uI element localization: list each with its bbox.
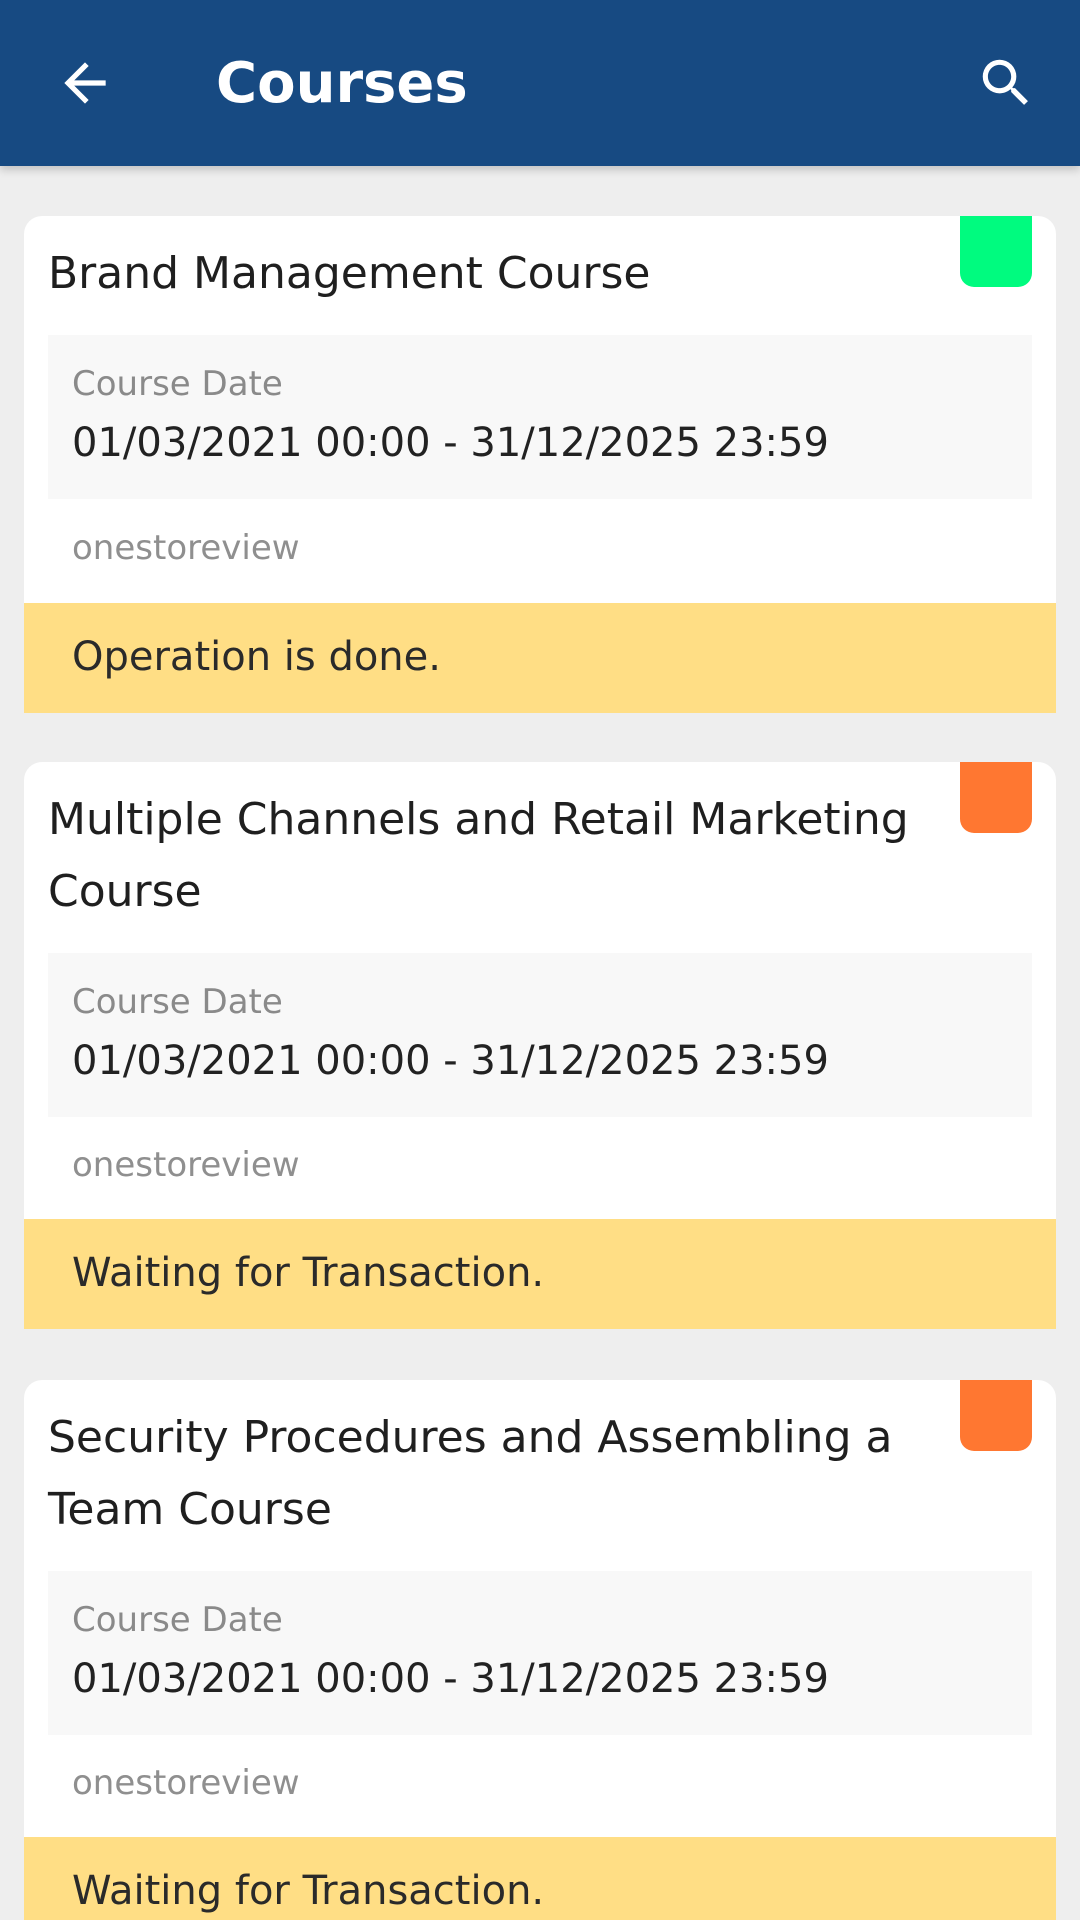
status-color-tag <box>960 762 1032 833</box>
status-text: Waiting for Transaction. <box>72 1250 545 1296</box>
course-card[interactable]: Multiple Channels and Retail Marketing C… <box>24 762 1056 1329</box>
course-date-value: 01/03/2021 00:00 - 31/12/2025 23:59 <box>72 1038 829 1084</box>
course-date-value: 01/03/2021 00:00 - 31/12/2025 23:59 <box>72 1656 829 1702</box>
status-text: Waiting for Transaction. <box>72 1868 545 1914</box>
course-date-box: Course Date 01/03/2021 00:00 - 31/12/202… <box>48 335 1032 499</box>
status-color-tag <box>960 1380 1032 1451</box>
course-title: Security Procedures and Assembling a Tea… <box>48 1412 893 1535</box>
status-bar: Waiting for Transaction. <box>24 1837 1056 1920</box>
course-title: Brand Management Course <box>48 248 651 299</box>
status-color-tag <box>960 216 1032 287</box>
arrow-left-icon[interactable] <box>54 52 116 114</box>
course-vendor: onestoreview <box>72 1145 300 1185</box>
status-bar: Waiting for Transaction. <box>24 1219 1056 1329</box>
status-text: Operation is done. <box>72 634 441 680</box>
app-bar: Courses <box>0 0 1080 166</box>
course-card[interactable]: Brand Management Course Course Date 01/0… <box>24 216 1056 713</box>
page-title: Courses <box>216 51 468 116</box>
course-date-label: Course Date <box>72 364 283 404</box>
course-title: Multiple Channels and Retail Marketing C… <box>48 794 909 917</box>
course-date-label: Course Date <box>72 1600 283 1640</box>
course-card[interactable]: Security Procedures and Assembling a Tea… <box>24 1380 1056 1920</box>
status-bar: Operation is done. <box>24 603 1056 713</box>
course-date-box: Course Date 01/03/2021 00:00 - 31/12/202… <box>48 1571 1032 1735</box>
search-icon[interactable] <box>975 52 1037 114</box>
course-vendor: onestoreview <box>72 1763 300 1803</box>
course-vendor: onestoreview <box>72 528 300 568</box>
course-date-value: 01/03/2021 00:00 - 31/12/2025 23:59 <box>72 420 829 466</box>
course-date-box: Course Date 01/03/2021 00:00 - 31/12/202… <box>48 953 1032 1117</box>
course-date-label: Course Date <box>72 982 283 1022</box>
course-list: Brand Management Course Course Date 01/0… <box>0 166 1080 1920</box>
